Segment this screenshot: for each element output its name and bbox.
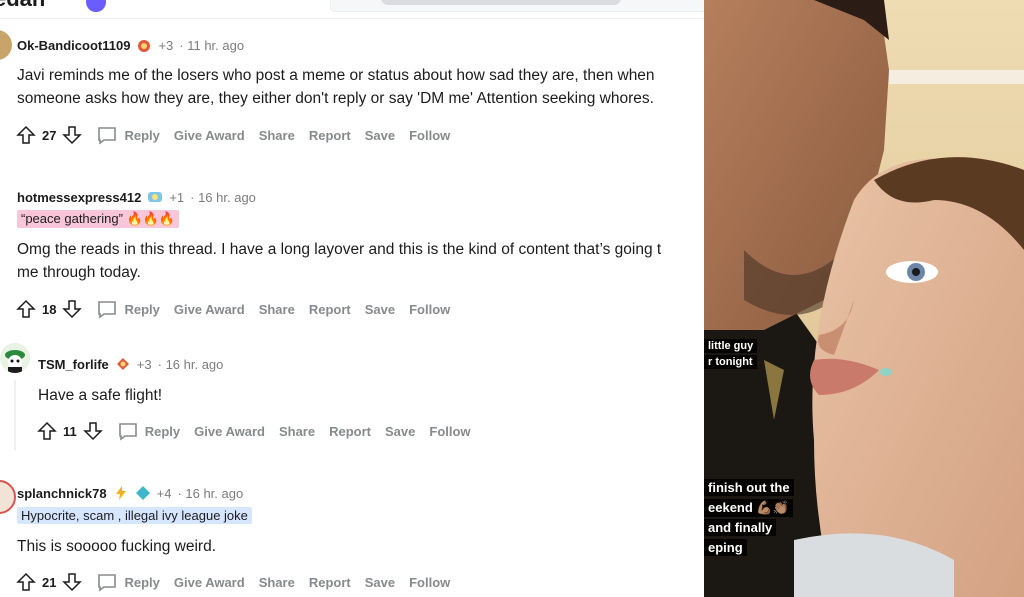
reply-button[interactable]: Reply	[96, 125, 160, 145]
username[interactable]: Ok-Bandicoot1109	[17, 38, 130, 53]
comment-line: someone asks how they are, they either d…	[17, 90, 654, 107]
reply-button[interactable]: Reply	[117, 421, 180, 441]
comment-meta: Ok-Bandicoot1109 +3 · 11 hr. ago	[17, 37, 244, 53]
user-flair: “peace gathering” 🔥🔥🔥	[17, 210, 180, 228]
comment-actions: 18 Reply Give Award Share Report Save Fo…	[16, 299, 450, 319]
comment-line: Javi reminds me of the losers who post a…	[17, 67, 655, 84]
diamond-badge-icon	[135, 486, 150, 500]
profile-icon[interactable]	[86, 0, 106, 12]
follow-button[interactable]: Follow	[409, 128, 450, 143]
vote-score: 18	[42, 301, 57, 317]
story-caption-line: eping	[704, 539, 747, 556]
award-badge-icon	[148, 192, 163, 202]
username[interactable]: hotmessexpress412	[17, 190, 141, 205]
avatar[interactable]	[0, 343, 30, 373]
give-award-button[interactable]: Give Award	[174, 128, 245, 143]
story-photo: little guy r tonight finish out the eeke…	[704, 0, 1024, 597]
report-button[interactable]: Report	[309, 128, 351, 143]
reply-label: Reply	[124, 127, 160, 143]
save-button[interactable]: Save	[365, 128, 395, 143]
reply-button[interactable]: Reply	[96, 572, 160, 592]
comment-bubble-icon	[118, 423, 137, 441]
username[interactable]: splanchnick78	[17, 486, 107, 501]
upvote-icon[interactable]	[16, 125, 36, 145]
share-button[interactable]: Share	[259, 575, 295, 590]
timestamp: · 11 hr. ago	[179, 37, 245, 53]
username[interactable]: TSM_forlife	[38, 357, 109, 372]
comment-actions: 11 Reply Give Award Share Report Save Fo…	[37, 421, 471, 441]
comment-bubble-icon	[98, 301, 117, 319]
award-badge-icon	[138, 40, 151, 52]
comment-meta: TSM_forlife +3 · 16 hr. ago	[38, 356, 223, 372]
timestamp: · 16 hr. ago	[190, 189, 256, 205]
karma-count: +4	[156, 485, 172, 501]
comment-line: Omg the reads in this thread. I have a l…	[17, 241, 662, 258]
comment-body: This is sooooo fucking weird.	[17, 535, 216, 558]
share-button[interactable]: Share	[259, 302, 295, 317]
give-award-button[interactable]: Give Award	[174, 302, 245, 317]
timestamp: · 16 hr. ago	[177, 485, 244, 501]
karma-count: +3	[158, 37, 174, 53]
vote-score: 11	[63, 423, 77, 439]
downvote-icon[interactable]	[62, 299, 83, 319]
comment-bubble-icon	[98, 574, 117, 592]
follow-button[interactable]: Follow	[429, 424, 470, 439]
story-caption-line: little guy	[704, 339, 758, 353]
story-caption-line: finish out the	[704, 479, 794, 496]
share-button[interactable]: Share	[259, 128, 295, 143]
top-header: edan	[0, 0, 704, 19]
upvote-icon[interactable]	[16, 299, 36, 319]
karma-count: +1	[169, 189, 185, 205]
comment-actions: 27 Reply Give Award Share Report Save Fo…	[16, 125, 450, 145]
reply-label: Reply	[144, 423, 181, 439]
downvote-icon[interactable]	[62, 125, 83, 145]
comment-line: This is sooooo fucking weird.	[17, 538, 217, 555]
thread-line[interactable]	[14, 380, 16, 450]
lightning-badge-icon	[115, 486, 126, 500]
vote-score: 27	[42, 127, 57, 143]
comment-line: Have a safe flight!	[38, 387, 163, 404]
comments-panel: edan Ok-Bandicoot1109 +3 · 11 hr. ago Ja…	[0, 0, 704, 597]
give-award-button[interactable]: Give Award	[174, 575, 245, 590]
upvote-icon[interactable]	[16, 572, 36, 592]
report-button[interactable]: Report	[309, 302, 351, 317]
comment-body: Javi reminds me of the losers who post a…	[17, 64, 655, 110]
save-button[interactable]: Save	[365, 575, 395, 590]
avatar[interactable]	[0, 480, 16, 514]
avatar[interactable]	[0, 30, 12, 60]
comment-actions: 21 Reply Give Award Share Report Save Fo…	[16, 572, 450, 592]
story-caption-line: eekend 💪🏽👏🏽	[704, 499, 793, 517]
save-button[interactable]: Save	[385, 424, 415, 439]
downvote-icon[interactable]	[62, 572, 83, 592]
story-caption-line: r tonight	[704, 355, 757, 369]
reply-label: Reply	[124, 301, 160, 317]
share-button[interactable]: Share	[279, 424, 315, 439]
report-button[interactable]: Report	[329, 424, 371, 439]
downvote-icon[interactable]	[82, 421, 103, 441]
reply-label: Reply	[124, 574, 160, 590]
story-caption-line: and finally	[704, 519, 777, 536]
award-badge-icon	[116, 358, 129, 370]
comment-bubble-icon	[98, 127, 117, 145]
report-button[interactable]: Report	[309, 575, 351, 590]
follow-button[interactable]: Follow	[409, 575, 450, 590]
header-title: edan	[0, 0, 45, 12]
comment-meta: hotmessexpress412 +1 · 16 hr. ago	[17, 189, 256, 205]
upvote-icon[interactable]	[37, 421, 57, 441]
comment-meta: splanchnick78 +4 · 16 hr. ago	[17, 485, 243, 501]
comment-body: Omg the reads in this thread. I have a l…	[17, 238, 661, 284]
save-button[interactable]: Save	[365, 302, 395, 317]
search-input[interactable]	[330, 0, 704, 12]
timestamp: · 16 hr. ago	[157, 356, 224, 372]
reply-button[interactable]: Reply	[96, 299, 160, 319]
comment-line: me through today.	[17, 264, 141, 281]
give-award-button[interactable]: Give Award	[194, 424, 265, 439]
follow-button[interactable]: Follow	[409, 302, 450, 317]
user-flair: Hypocrite, scam , illegal ivy league jok…	[17, 507, 252, 524]
karma-count: +3	[136, 356, 152, 372]
snoo-avatar-icon	[0, 343, 30, 373]
vote-score: 21	[42, 574, 57, 590]
comment-body: Have a safe flight!	[38, 384, 162, 407]
